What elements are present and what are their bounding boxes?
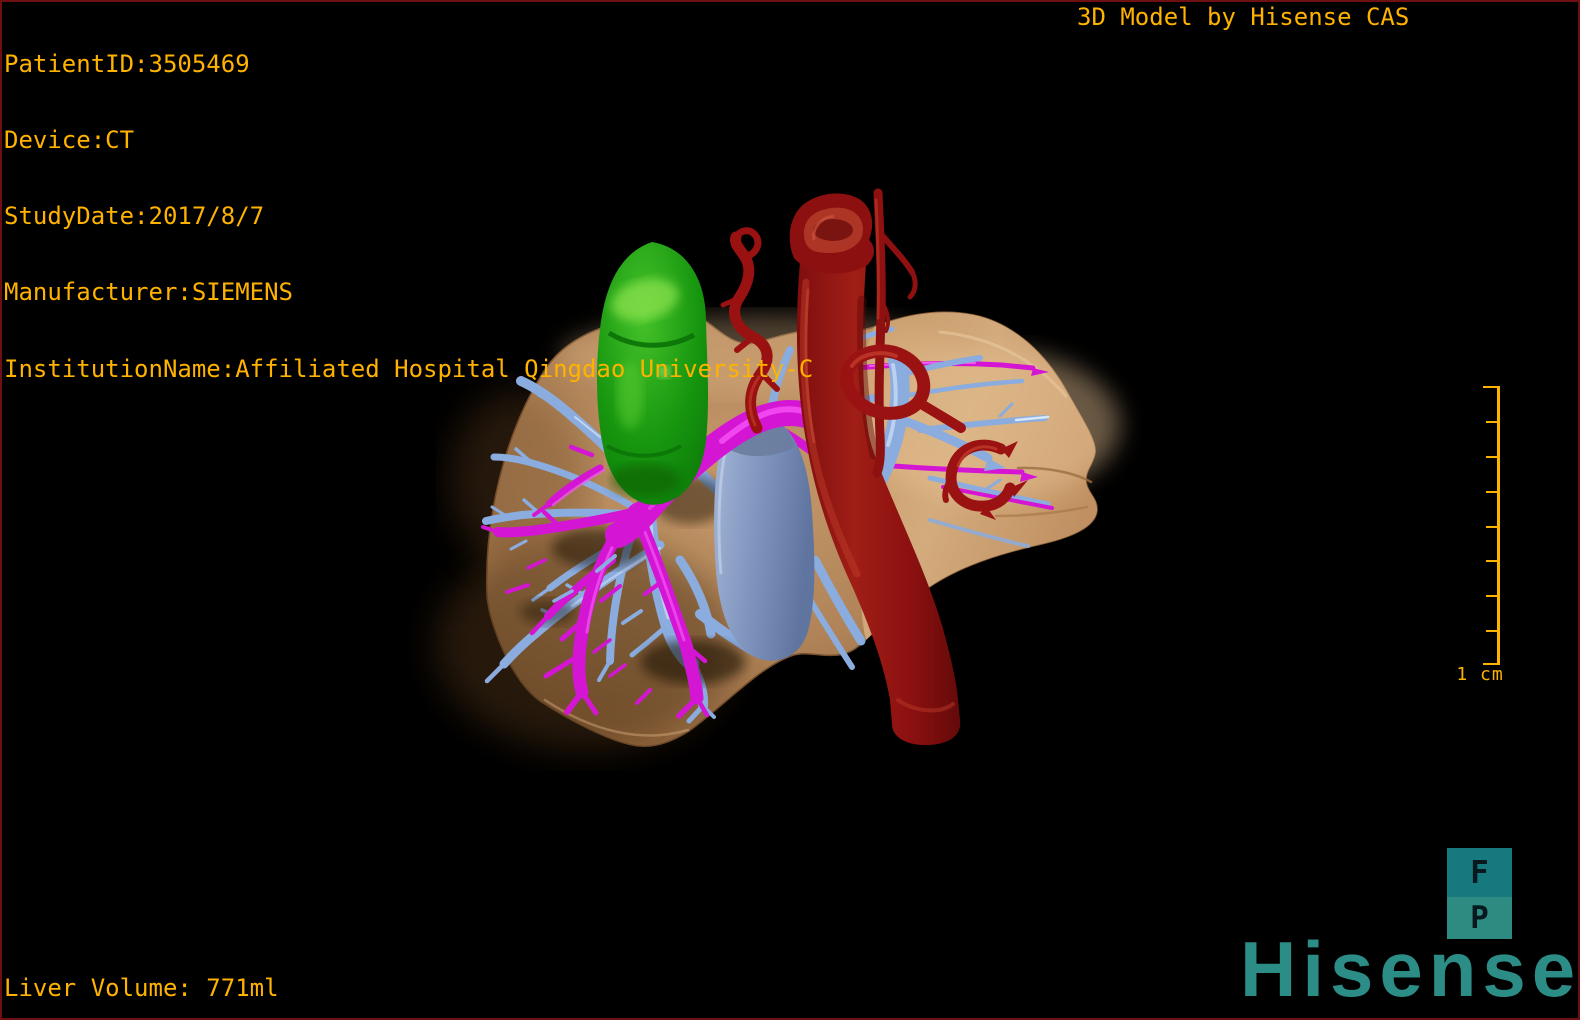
liver-volume-text: Liver Volume: 771ml [4,974,279,1002]
orientation-face-front[interactable]: F [1447,848,1512,897]
patient-info-block: PatientID:3505469 Device:CT StudyDate:20… [4,1,813,433]
institution-text: InstitutionName:Affiliated Hospital Qing… [4,354,814,383]
scale-bar [1483,386,1500,665]
hisense-logo: Hisense [1240,925,1580,1013]
model-structure-ivc[interactable] [714,416,815,661]
scale-bar-tick [1486,595,1500,597]
manufacturer-text: Manufacturer:SIEMENS [4,278,293,307]
scale-bar-tick [1486,421,1500,423]
scale-bar-tick [1486,491,1500,493]
scale-bar-tick [1486,456,1500,458]
scale-bar-tick [1486,526,1500,528]
scale-bar-tick [1483,386,1500,388]
study-date-text: StudyDate:2017/8/7 [4,202,265,231]
device-text: Device:CT [4,126,135,155]
viewer-screen: PatientID:3505469 Device:CT StudyDate:20… [0,0,1580,1020]
patient-id-text: PatientID:3505469 [4,49,250,78]
viewer-title-text: 3D Model by Hisense CAS [1077,3,1410,31]
scale-bar-tick [1486,560,1500,562]
scale-bar-tick [1486,630,1500,632]
scale-bar-label: 1 cm [1456,664,1504,685]
